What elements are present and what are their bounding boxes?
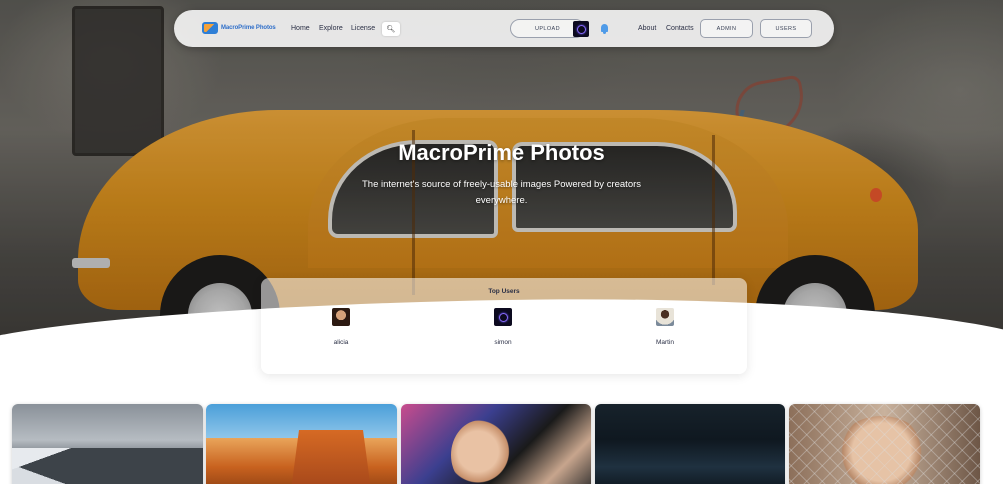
avatar — [332, 308, 350, 326]
search-icon: 🔍︎ — [386, 25, 396, 33]
top-user-name: alicia — [333, 339, 349, 346]
gallery-photo-portrait-graffiti[interactable] — [401, 404, 591, 484]
admin-button[interactable]: ADMIN — [700, 19, 753, 38]
logo-text: MacroPrime Photos — [221, 25, 276, 31]
gallery-photo-mountains[interactable] — [12, 404, 203, 484]
nav-link-home[interactable]: Home — [291, 25, 310, 32]
avatar — [494, 308, 512, 326]
top-navbar: MacroPrime Photos Home Explore License 🔍… — [174, 10, 834, 47]
search-button[interactable]: 🔍︎ — [382, 22, 400, 36]
gallery-photo-dark-water[interactable] — [595, 404, 785, 484]
nav-link-about[interactable]: About — [638, 25, 656, 32]
top-user-name: simon — [494, 339, 512, 346]
user-avatar[interactable] — [573, 21, 589, 37]
gallery-photo-portrait-fence[interactable] — [789, 404, 980, 484]
nav-link-explore[interactable]: Explore — [319, 25, 343, 32]
logo-icon — [202, 22, 218, 34]
users-button[interactable]: USERS — [760, 19, 812, 38]
avatar — [656, 308, 674, 326]
top-user-alicia[interactable]: alicia — [311, 308, 371, 346]
top-user-martin[interactable]: Martin — [635, 308, 695, 346]
top-user-simon[interactable]: simon — [473, 308, 533, 346]
avatar-ring-icon — [576, 24, 586, 34]
site-logo[interactable]: MacroPrime Photos — [202, 22, 276, 34]
gallery-photo-mesa[interactable] — [206, 404, 397, 484]
top-user-name: Martin — [655, 339, 675, 346]
avatar-ring-icon — [498, 312, 508, 322]
top-users-card: Top Users alicia simon Martin — [261, 278, 747, 374]
nav-link-license[interactable]: License — [351, 25, 375, 32]
nav-link-contacts[interactable]: Contacts — [666, 25, 694, 32]
hero-subtitle: The internet's source of freely-usable i… — [361, 179, 642, 206]
notification-bell-icon[interactable] — [601, 24, 608, 34]
top-users-title: Top Users — [488, 288, 520, 295]
hero-title: MacroPrime Photos — [398, 140, 605, 165]
